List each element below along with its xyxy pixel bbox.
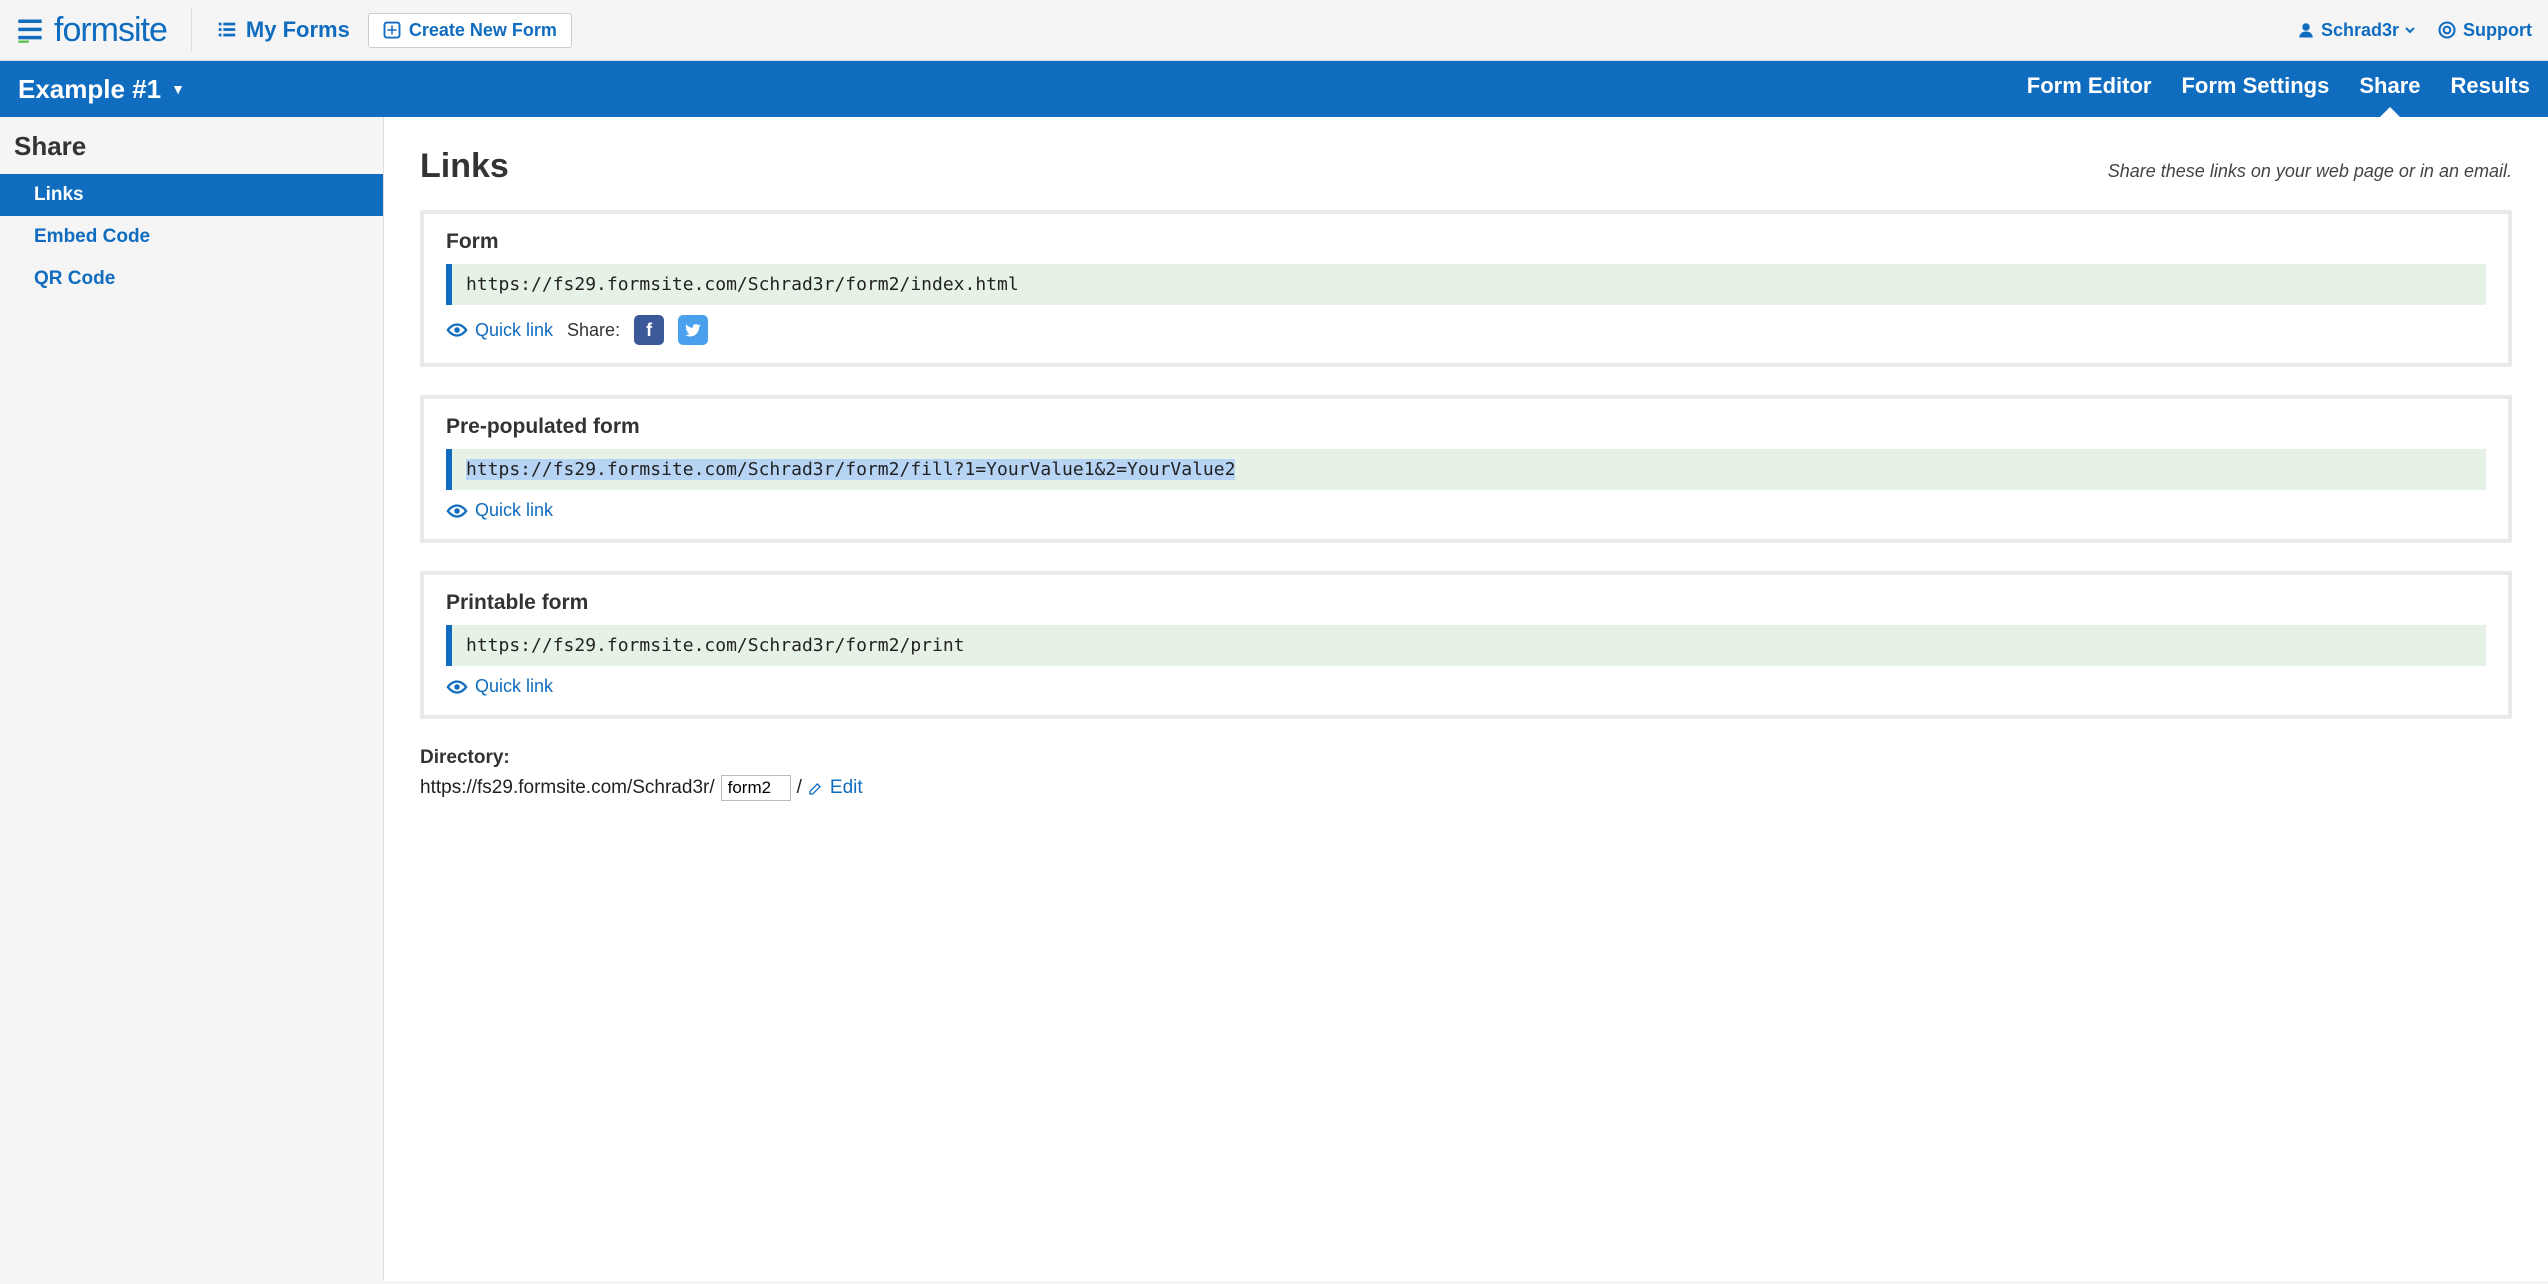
eye-icon	[446, 503, 468, 519]
eye-icon	[446, 679, 468, 695]
form-nav-bar: Example #1 ▼ Form Editor Form Settings S…	[0, 61, 2548, 117]
lifebuoy-icon	[2437, 20, 2457, 40]
directory-base: https://fs29.formsite.com/Schrad3r/	[420, 777, 715, 799]
header-left: formsite My Forms Create New Form	[16, 8, 572, 52]
nav-results[interactable]: Results	[2451, 73, 2530, 105]
sidebar-title: Share	[0, 117, 383, 174]
chevron-down-icon	[2405, 25, 2415, 35]
card-prepop-heading: Pre-populated form	[446, 415, 2486, 439]
directory-slash: /	[797, 777, 802, 799]
content: Links Share these links on your web page…	[384, 117, 2548, 1281]
nav-share[interactable]: Share	[2359, 73, 2420, 105]
form-url[interactable]: https://fs29.formsite.com/Schrad3r/form2…	[446, 264, 2486, 305]
eye-icon	[446, 322, 468, 338]
page-hint: Share these links on your web page or in…	[2108, 161, 2512, 182]
form-nav: Form Editor Form Settings Share Results	[2027, 73, 2530, 105]
directory-section: Directory: https://fs29.formsite.com/Sch…	[420, 747, 2512, 801]
user-icon	[2297, 21, 2315, 39]
card-print-actions: Quick link	[446, 676, 2486, 697]
username-label: Schrad3r	[2321, 20, 2399, 41]
page-title: Links	[420, 147, 509, 186]
list-icon	[216, 19, 238, 41]
twitter-icon[interactable]	[678, 315, 708, 345]
brand-icon	[16, 16, 44, 44]
sidebar-item-links[interactable]: Links	[0, 174, 383, 216]
create-form-label: Create New Form	[409, 20, 557, 41]
edit-directory-link[interactable]: Edit	[808, 777, 863, 799]
header-right: Schrad3r Support	[2297, 20, 2532, 41]
pencil-icon	[808, 780, 824, 796]
my-forms-label: My Forms	[246, 17, 350, 43]
user-menu[interactable]: Schrad3r	[2297, 20, 2415, 41]
quick-link-prepop[interactable]: Quick link	[446, 500, 553, 521]
facebook-icon[interactable]: f	[634, 315, 664, 345]
sidebar: Share Links Embed Code QR Code	[0, 117, 384, 1281]
top-header: formsite My Forms Create New Form Schrad…	[0, 0, 2548, 61]
page-header: Links Share these links on your web page…	[420, 147, 2512, 186]
twitter-bird-icon	[684, 321, 702, 339]
caret-down-icon: ▼	[171, 81, 185, 97]
divider	[191, 8, 192, 52]
print-url[interactable]: https://fs29.formsite.com/Schrad3r/form2…	[446, 625, 2486, 666]
card-prepopulated: Pre-populated form https://fs29.formsite…	[420, 395, 2512, 543]
directory-label: Directory:	[420, 747, 2512, 769]
card-form-heading: Form	[446, 230, 2486, 254]
card-printable: Printable form https://fs29.formsite.com…	[420, 571, 2512, 719]
support-link[interactable]: Support	[2437, 20, 2532, 41]
sidebar-item-embed[interactable]: Embed Code	[0, 216, 383, 258]
support-label: Support	[2463, 20, 2532, 41]
edit-label: Edit	[830, 777, 863, 799]
directory-input[interactable]	[721, 775, 791, 801]
my-forms-link[interactable]: My Forms	[216, 17, 350, 43]
prepop-url[interactable]: https://fs29.formsite.com/Schrad3r/form2…	[446, 449, 2486, 490]
brand-name: formsite	[54, 11, 167, 50]
quick-link-label: Quick link	[475, 500, 553, 521]
form-name: Example #1	[18, 74, 161, 105]
plus-icon	[383, 21, 401, 39]
share-label: Share:	[567, 320, 620, 341]
form-selector[interactable]: Example #1 ▼	[18, 74, 185, 105]
quick-link-form[interactable]: Quick link	[446, 320, 553, 341]
directory-row: https://fs29.formsite.com/Schrad3r/ / Ed…	[420, 775, 2512, 801]
quick-link-label: Quick link	[475, 320, 553, 341]
brand-logo[interactable]: formsite	[16, 11, 167, 50]
card-prepop-actions: Quick link	[446, 500, 2486, 521]
card-form-actions: Quick link Share: f	[446, 315, 2486, 345]
sidebar-item-qr[interactable]: QR Code	[0, 258, 383, 300]
nav-form-settings[interactable]: Form Settings	[2181, 73, 2329, 105]
nav-form-editor[interactable]: Form Editor	[2027, 73, 2152, 105]
card-print-heading: Printable form	[446, 591, 2486, 615]
card-form: Form https://fs29.formsite.com/Schrad3r/…	[420, 210, 2512, 367]
create-form-button[interactable]: Create New Form	[368, 13, 572, 48]
quick-link-label: Quick link	[475, 676, 553, 697]
quick-link-print[interactable]: Quick link	[446, 676, 553, 697]
main: Share Links Embed Code QR Code Links Sha…	[0, 117, 2548, 1281]
